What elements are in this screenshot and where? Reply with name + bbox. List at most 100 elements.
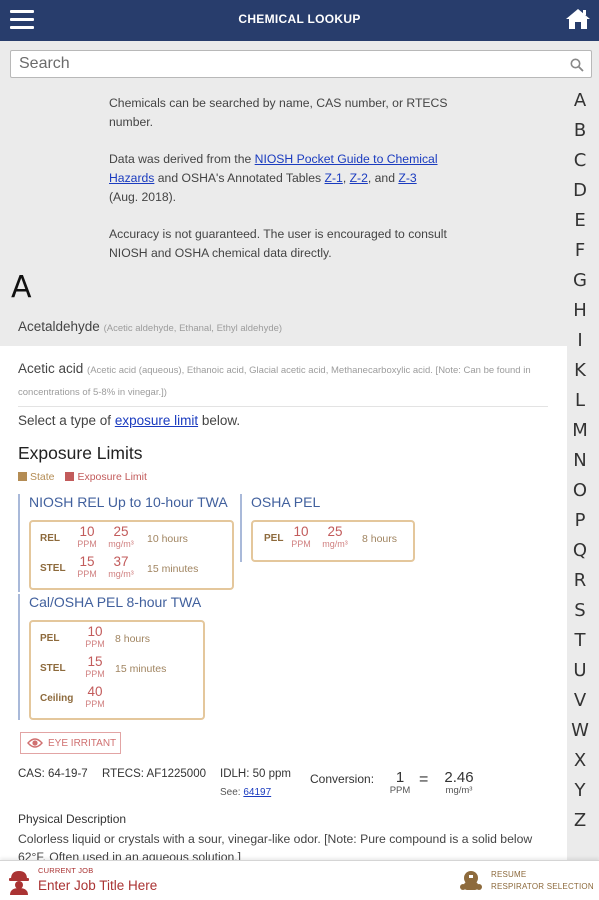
unit-label: PPM bbox=[85, 639, 105, 649]
chemical-list-item[interactable]: Acetic acid (Acetic acid (aqueous), Etha… bbox=[18, 358, 548, 402]
instruction-text: below. bbox=[198, 413, 241, 428]
intro-text-fragment: (Aug. 2018). bbox=[109, 190, 177, 204]
alpha-index-letter[interactable]: S bbox=[567, 598, 593, 628]
unit-label: PPM bbox=[85, 699, 105, 709]
limit-row-pel: PEL 10 PPM 8 hours bbox=[40, 625, 230, 653]
intro-text-fragment: and OSHA's Annotated Tables bbox=[154, 171, 325, 185]
limit-duration: 8 hours bbox=[115, 633, 151, 645]
mg-value: 25 mg/m³ bbox=[102, 525, 140, 550]
alpha-index-letter[interactable]: T bbox=[567, 628, 593, 658]
value-number: 10 bbox=[87, 624, 103, 639]
conversion-unit: mg/m³ bbox=[445, 785, 473, 796]
alpha-index-letter[interactable]: P bbox=[567, 508, 593, 538]
app-header: CHEMICAL LOOKUP bbox=[0, 0, 599, 41]
search-input[interactable] bbox=[19, 54, 559, 74]
table-z2-link[interactable]: Z-2 bbox=[350, 171, 368, 185]
alpha-index-letter[interactable]: L bbox=[567, 388, 593, 418]
alpha-index-letter[interactable]: K bbox=[567, 358, 593, 388]
chemical-identifiers: CAS: 64-19-7 RTECS: AF1225000 IDLH: 50 p… bbox=[18, 768, 558, 808]
limit-row-stel: STEL 15 PPM 15 minutes bbox=[40, 655, 230, 683]
alpha-index-letter[interactable]: R bbox=[567, 568, 593, 598]
cal-osha-limit-box: PEL 10 PPM 8 hours STEL 15 PPM 15 minutes … bbox=[29, 620, 205, 720]
alpha-index-letter[interactable]: C bbox=[567, 148, 593, 178]
alpha-index-letter[interactable]: Q bbox=[567, 538, 593, 568]
chemical-synonyms: (Acetic aldehyde, Ethanal, Ethyl aldehyd… bbox=[103, 323, 283, 334]
respirator-icon[interactable] bbox=[458, 869, 484, 895]
alpha-index-letter[interactable]: Y bbox=[567, 778, 593, 808]
value-number: 15 bbox=[87, 654, 103, 669]
limit-row-pel: PEL 10 PPM 25 mg/m³ 8 hours bbox=[264, 525, 454, 553]
home-icon[interactable] bbox=[565, 7, 591, 31]
limit-name: Ceiling bbox=[40, 693, 74, 704]
conversion-label: Conversion: bbox=[310, 772, 375, 786]
table-z3-link[interactable]: Z-3 bbox=[398, 171, 416, 185]
value-number: 37 bbox=[113, 554, 129, 569]
niosh-rel-title: NIOSH REL Up to 10-hour TWA bbox=[29, 494, 228, 510]
chemical-list-item[interactable]: Acetaldehyde (Acetic aldehyde, Ethanal, … bbox=[18, 319, 548, 334]
limit-row-rel: REL 10 PPM 25 mg/m³ 10 hours bbox=[40, 525, 230, 553]
intro-text: Chemicals can be searched by name, CAS n… bbox=[109, 94, 449, 281]
alpha-index-letter[interactable]: M bbox=[567, 418, 593, 448]
alpha-index-letter[interactable]: X bbox=[567, 748, 593, 778]
mg-value: 25 mg/m³ bbox=[316, 525, 354, 550]
alpha-index-letter[interactable]: A bbox=[567, 88, 593, 118]
state-swatch bbox=[18, 472, 27, 481]
intro-text-fragment: Data was derived from the bbox=[109, 152, 255, 166]
alpha-index-letter[interactable]: O bbox=[567, 478, 593, 508]
alpha-index-letter[interactable]: D bbox=[567, 178, 593, 208]
limit-row-ceiling: Ceiling 40 PPM bbox=[40, 685, 230, 713]
bottom-bar: CURRENT JOB Enter Job Title Here RESUME R… bbox=[0, 860, 599, 900]
unit-label: PPM bbox=[85, 669, 105, 679]
resume-respirator-selection[interactable]: RESUME RESPIRATOR SELECTION bbox=[491, 869, 594, 893]
eye-icon bbox=[27, 738, 43, 748]
resp-line: RESUME bbox=[491, 870, 527, 879]
idlh-reference-link[interactable]: 64197 bbox=[243, 787, 271, 798]
ppm-value: 10 PPM bbox=[74, 525, 100, 550]
search-bar bbox=[10, 50, 592, 78]
alpha-index-letter[interactable]: E bbox=[567, 208, 593, 238]
osha-pel-title: OSHA PEL bbox=[251, 494, 321, 510]
conversion-ppm: 1 PPM bbox=[386, 770, 414, 797]
intro-search-hint: Chemicals can be searched by name, CAS n… bbox=[109, 96, 448, 129]
limit-name: STEL bbox=[40, 563, 66, 574]
alpha-index-letter[interactable]: W bbox=[567, 718, 593, 748]
alpha-index-letter[interactable]: V bbox=[567, 688, 593, 718]
alpha-index-letter[interactable]: Z bbox=[567, 808, 593, 838]
alpha-index-letter[interactable]: U bbox=[567, 658, 593, 688]
intro-text-fragment: , and bbox=[367, 171, 399, 185]
chemical-detail-card: Acetic acid (Acetic acid (aqueous), Etha… bbox=[0, 346, 567, 864]
ppm-value: 10 PPM bbox=[288, 525, 314, 550]
unit-label: PPM bbox=[77, 539, 97, 549]
exposure-limits-heading: Exposure Limits bbox=[18, 443, 143, 463]
limit-duration: 15 minutes bbox=[147, 563, 199, 575]
exposure-limit-link[interactable]: exposure limit bbox=[115, 413, 198, 428]
divider bbox=[18, 406, 548, 407]
conversion-number: 2.46 bbox=[444, 769, 474, 786]
limit-name: PEL bbox=[264, 533, 284, 544]
alpha-index-letter[interactable]: B bbox=[567, 118, 593, 148]
job-title-field[interactable]: Enter Job Title Here bbox=[38, 878, 157, 893]
legend-limit-label: Exposure Limit bbox=[77, 471, 147, 483]
alpha-index-letter[interactable]: I bbox=[567, 328, 593, 358]
ppm-value: 15 PPM bbox=[74, 555, 100, 580]
intro-disclaimer: Accuracy is not guaranteed. The user is … bbox=[109, 227, 447, 260]
value-number: 15 bbox=[79, 554, 95, 569]
eye-irritant-badge[interactable]: EYE IRRITANT bbox=[20, 732, 121, 754]
cal-osha-pel-group[interactable]: Cal/OSHA PEL 8-hour TWA PEL 10 PPM 8 hour… bbox=[18, 594, 218, 720]
table-z1-link[interactable]: Z-1 bbox=[325, 171, 343, 185]
app-title: CHEMICAL LOOKUP bbox=[238, 12, 361, 26]
badge-label: EYE IRRITANT bbox=[48, 738, 117, 749]
niosh-rel-group[interactable]: NIOSH REL Up to 10-hour TWA REL 10 PPM 25… bbox=[18, 494, 238, 592]
search-icon[interactable] bbox=[570, 58, 584, 72]
limit-duration: 15 minutes bbox=[115, 663, 167, 675]
osha-limit-box: PEL 10 PPM 25 mg/m³ 8 hours bbox=[251, 520, 415, 562]
alpha-index-letter[interactable]: G bbox=[567, 268, 593, 298]
osha-pel-group[interactable]: OSHA PEL PEL 10 PPM 25 mg/m³ 8 hours bbox=[240, 494, 420, 562]
rtecs-number: RTECS: AF1225000 bbox=[102, 768, 206, 780]
limit-row-stel: STEL 15 PPM 37 mg/m³ 15 minutes bbox=[40, 555, 230, 583]
alpha-index-letter[interactable]: N bbox=[567, 448, 593, 478]
alpha-index-letter[interactable]: H bbox=[567, 298, 593, 328]
unit-label: PPM bbox=[77, 569, 97, 579]
alpha-index-letter[interactable]: F bbox=[567, 238, 593, 268]
value-number: 10 bbox=[79, 524, 95, 539]
